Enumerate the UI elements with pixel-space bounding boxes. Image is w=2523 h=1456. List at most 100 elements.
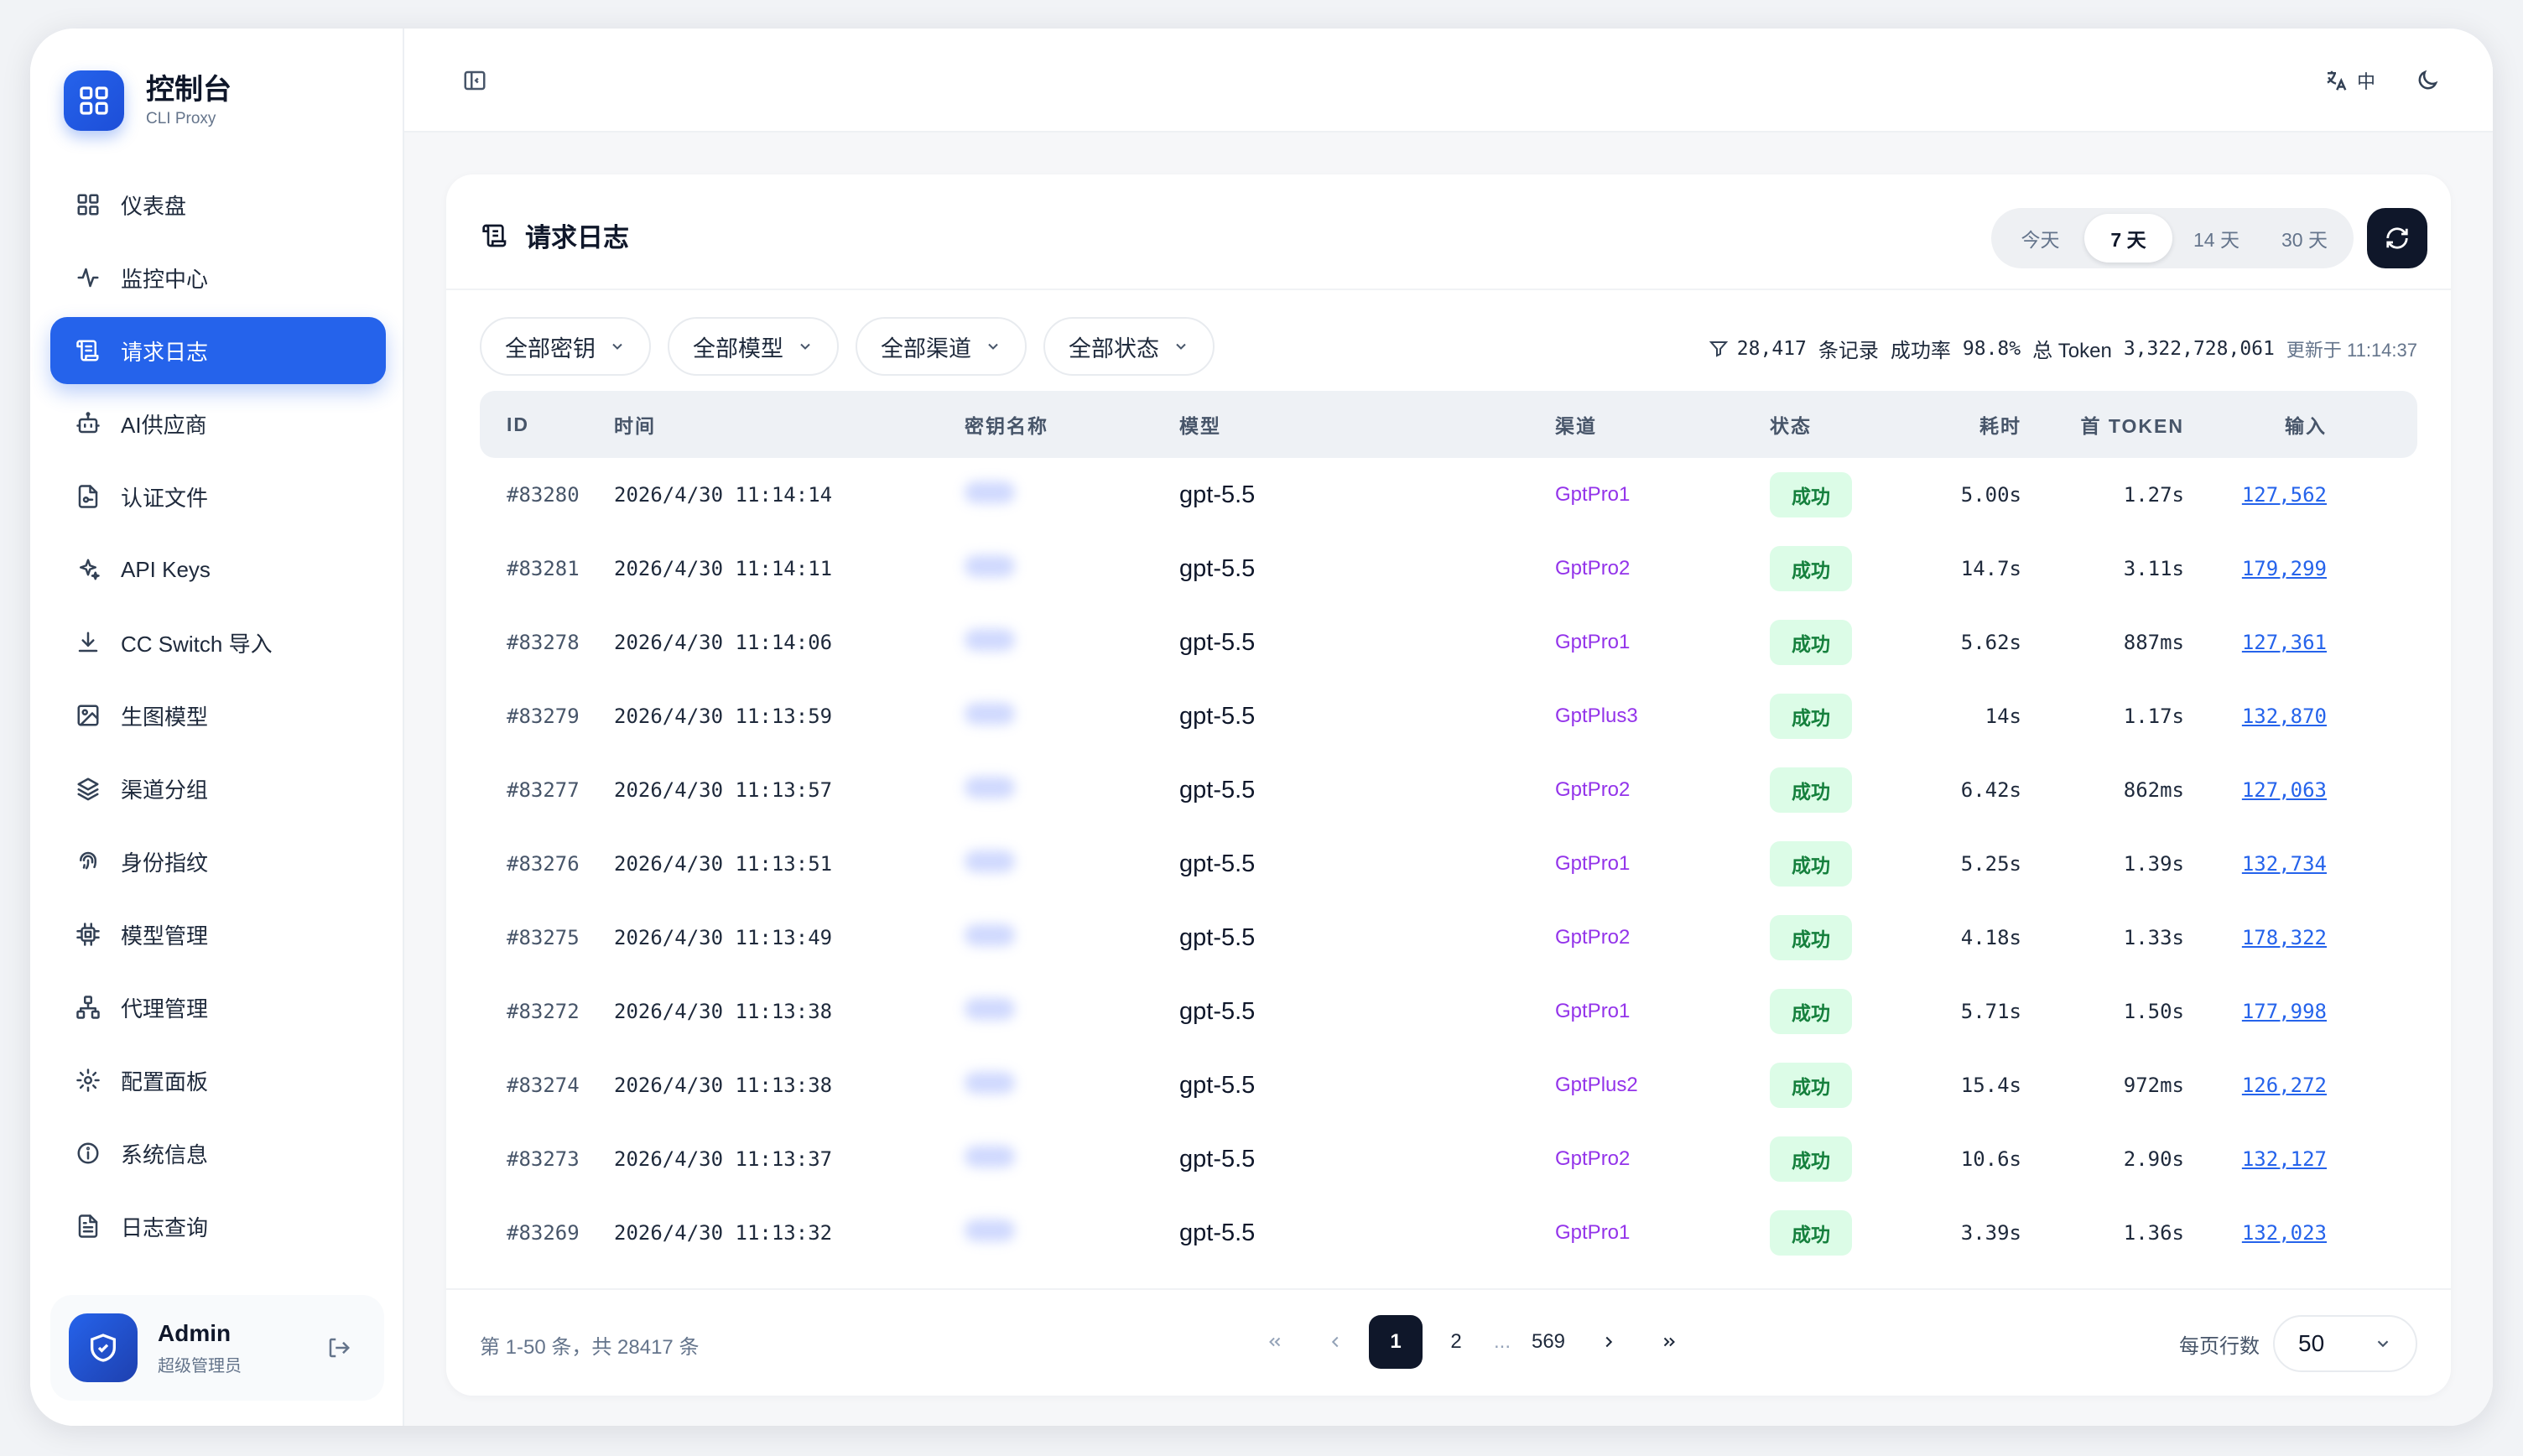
sidebar-item-request-logs[interactable]: 请求日志 [50,317,386,384]
cell-model: gpt-5.5 [1179,1071,1256,1099]
sidebar-item-proxy-management[interactable]: 代理管理 [50,974,386,1041]
cell-input-link[interactable]: 132,023 [2184,1221,2327,1245]
sidebar-item-image-models[interactable]: 生图模型 [50,682,386,749]
cell-key [965,628,1179,657]
col-duration[interactable]: 耗时 [1921,410,2021,439]
col-channel[interactable]: 渠道 [1555,410,1770,439]
chevron-down-icon [797,338,814,355]
sidebar-item-monitor[interactable]: 监控中心 [50,244,386,311]
rows-per-page-value: 50 [2298,1330,2325,1356]
table-row[interactable]: #83269 2026/4/30 11:13:32 gpt-5.5 GptPro1 成功… [480,1196,2417,1270]
cell-id: #83275 [507,926,580,949]
page-button[interactable]: 569 [1522,1315,1575,1369]
table-row[interactable]: #83278 2026/4/30 11:14:06 gpt-5.5 GptPro1 成功… [480,606,2417,679]
table-row[interactable]: #83276 2026/4/30 11:13:51 gpt-5.5 GptPro1 成功… [480,827,2417,901]
sidebar-item-api-keys[interactable]: API Keys [50,536,386,603]
range-option-0[interactable]: 今天 [1996,214,2084,263]
filter-channel[interactable]: 全部渠道 [856,317,1027,376]
cell-input-link[interactable]: 132,734 [2184,852,2327,876]
cell-input-link[interactable]: 179,299 [2184,557,2327,580]
range-option-2[interactable]: 14 天 [2172,214,2260,263]
moon-icon[interactable] [2411,64,2444,97]
cell-input-link[interactable]: 132,870 [2184,705,2327,728]
sidebar-item-ai-providers[interactable]: AI供应商 [50,390,386,457]
cell-status: 成功 [1770,694,1921,739]
col-id[interactable]: ID [480,413,614,436]
grid-icon [74,190,102,219]
cell-input-link[interactable]: 127,361 [2184,631,2327,654]
cell-key [965,1145,1179,1173]
sidebar-item-channel-groups[interactable]: 渠道分组 [50,755,386,822]
cell-input-link[interactable]: 178,322 [2184,926,2327,949]
cell-input-link[interactable]: 177,998 [2184,1000,2327,1023]
cell-channel: GptPlus3 [1555,705,1638,727]
rows-per-page: 每页行数 50 [2179,1315,2417,1372]
page-button[interactable]: 2 [1429,1315,1483,1369]
table-row[interactable]: #83280 2026/4/30 11:14:14 gpt-5.5 GptPro1 成功… [480,458,2417,532]
first-page-icon[interactable] [1248,1315,1302,1369]
sidebar-item-dashboard[interactable]: 仪表盘 [50,171,386,238]
table-row[interactable]: #83279 2026/4/30 11:13:59 gpt-5.5 GptPlus3 成… [480,679,2417,753]
cell-key [965,554,1179,583]
redacted-key [965,1145,1015,1167]
sidebar-item-config[interactable]: 配置面板 [50,1047,386,1114]
sidebar-item-log-query[interactable]: 日志查询 [50,1193,386,1260]
cell-input-link[interactable]: 132,127 [2184,1147,2327,1171]
brand-logo-icon [64,70,124,131]
rows-per-page-select[interactable]: 50 [2273,1315,2417,1372]
status-badge: 成功 [1770,1063,1852,1108]
redacted-key [965,923,1015,946]
cell-key [965,702,1179,731]
language-switch[interactable]: 中 [2323,62,2375,99]
col-key[interactable]: 密钥名称 [965,410,1179,439]
sidebar-item-label: 日志查询 [121,1214,209,1240]
cell-input-link[interactable]: 126,272 [2184,1074,2327,1097]
cell-channel: GptPro1 [1555,483,1631,506]
sidebar-item-label: 监控中心 [121,266,209,292]
status-badge: 成功 [1770,694,1852,739]
status-badge: 成功 [1770,915,1852,960]
sidebar-item-fingerprint[interactable]: 身份指纹 [50,828,386,895]
filter-model[interactable]: 全部模型 [668,317,839,376]
cell-input-link[interactable]: 127,063 [2184,778,2327,802]
pagination-bar: 第 1-50 条，共 28417 条 1 2... 569 每页行数 50 [446,1288,2451,1396]
col-status[interactable]: 状态 [1770,410,1921,439]
info-icon [74,1139,102,1167]
range-option-3[interactable]: 30 天 [2260,214,2349,263]
cell-input-link[interactable]: 127,562 [2184,483,2327,507]
table-row[interactable]: #83272 2026/4/30 11:13:38 gpt-5.5 GptPro1 成功… [480,975,2417,1048]
next-page-icon[interactable] [1582,1315,1636,1369]
refresh-button[interactable] [2367,208,2427,268]
cell-key [965,776,1179,804]
col-model[interactable]: 模型 [1179,410,1555,439]
col-first-token[interactable]: 首 TOKEN [2021,410,2184,439]
sidebar-item-label: 仪表盘 [121,193,187,219]
logout-icon[interactable] [322,1331,356,1365]
table-row[interactable]: #83277 2026/4/30 11:13:57 gpt-5.5 GptPro2 成功… [480,753,2417,827]
sidebar-item-cc-switch-import[interactable]: CC Switch 导入 [50,609,386,676]
sidebar-item-label: AI供应商 [121,412,207,438]
filter-key[interactable]: 全部密钥 [480,317,651,376]
cell-time: 2026/4/30 11:13:59 [614,705,833,728]
status-badge: 成功 [1770,620,1852,665]
table-row[interactable]: #83273 2026/4/30 11:13:37 gpt-5.5 GptPro2 成功… [480,1122,2417,1196]
sidebar-item-auth-files[interactable]: 认证文件 [50,463,386,530]
table-row[interactable]: #83281 2026/4/30 11:14:11 gpt-5.5 GptPro2 成功… [480,532,2417,606]
cell-first-token: 1.33s [2123,926,2184,949]
page-button[interactable]: 1 [1369,1315,1423,1369]
col-time[interactable]: 时间 [614,410,965,439]
sidebar-item-system-info[interactable]: 系统信息 [50,1120,386,1187]
sidebar-item-model-management[interactable]: 模型管理 [50,901,386,968]
last-page-icon[interactable] [1642,1315,1696,1369]
sidebar-item-label: 请求日志 [121,339,209,365]
col-input[interactable]: 输入 [2184,410,2327,439]
table-row[interactable]: #83275 2026/4/30 11:13:49 gpt-5.5 GptPro2 成功… [480,901,2417,975]
range-option-1[interactable]: 7 天 [2084,214,2172,263]
prev-page-icon[interactable] [1308,1315,1362,1369]
cell-status: 成功 [1770,767,1921,813]
sidebar-toggle-icon[interactable] [460,65,490,96]
filter-status[interactable]: 全部状态 [1043,317,1215,376]
table-row[interactable]: #83274 2026/4/30 11:13:38 gpt-5.5 GptPlus2 成… [480,1048,2417,1122]
cell-time: 2026/4/30 11:13:51 [614,852,833,876]
filter-label: 全部密钥 [505,335,596,361]
